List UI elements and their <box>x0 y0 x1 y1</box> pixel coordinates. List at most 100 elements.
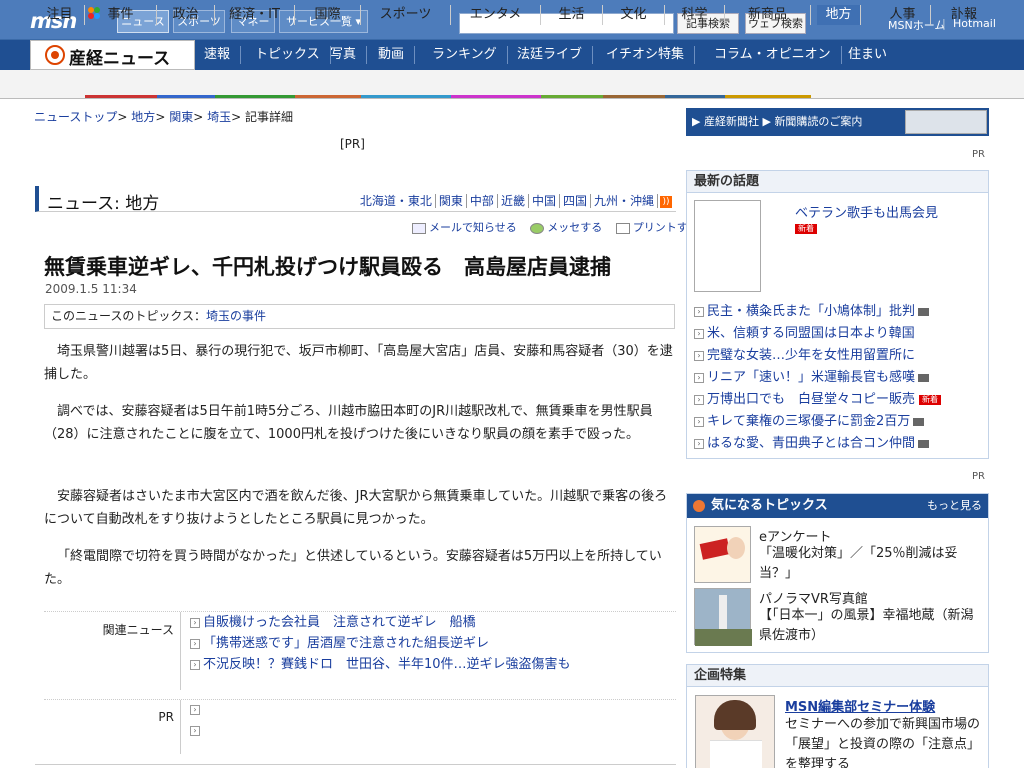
hot-topic-item[interactable]: › 民主・横粂氏また「小鳩体制」批判 <box>694 301 941 323</box>
region-tohoku[interactable]: 北海道・東北 <box>356 194 436 208</box>
cat-jiken[interactable]: 事件 <box>85 5 157 25</box>
arrow-icon: › <box>694 372 704 383</box>
cat-sports[interactable]: スポーツ <box>361 5 451 25</box>
hot-topic-item[interactable]: › 完璧な女装…少年を女性用留置所に <box>694 345 941 367</box>
cat-entame[interactable]: エンタメ <box>451 5 541 25</box>
cat-chumoku[interactable]: 注目 <box>35 5 85 25</box>
category-accent-line <box>451 95 541 98</box>
kini-item-desc[interactable]: 【「日本一」の風景】幸福地蔵（新潟県佐渡市） <box>759 606 977 646</box>
region-chugoku[interactable]: 中国 <box>528 194 560 208</box>
breadcrumb-kanto[interactable]: 関東 <box>169 110 193 124</box>
arrow-icon: › <box>694 438 704 449</box>
kini-item-desc[interactable]: 「温暖化対策」／「25％削減は妥当？」 <box>759 544 977 584</box>
hot-topic-item[interactable]: › リニア「速い！」米運輸長官も感嘆 <box>694 367 941 389</box>
brand-nav-column[interactable]: コラム・オピニオン <box>704 46 842 64</box>
brand-nav-court-live[interactable]: 法廷ライブ <box>507 46 594 64</box>
region-shikoku[interactable]: 四国 <box>559 194 591 208</box>
related-item-link[interactable]: 自販機けった会社員 注意されて逆ギレ 船橋 <box>203 615 476 630</box>
arrow-icon: ▶ <box>692 115 701 128</box>
kikaku-item-title[interactable]: MSN編集部セミナー体験 <box>785 696 935 715</box>
pr-label[interactable]: [PR] <box>340 137 365 151</box>
hot-topic-lead[interactable]: ベテラン歌手も出馬会見 新着 <box>795 202 938 236</box>
hot-topic-lead-link[interactable]: ベテラン歌手も出馬会見 <box>795 206 938 221</box>
hot-topic-link[interactable]: はるな愛、青田典子とは合コン仲間 <box>707 436 915 451</box>
brand-nav-housing[interactable]: 住まい <box>838 46 897 64</box>
region-kinki[interactable]: 近畿 <box>497 194 529 208</box>
breadcrumb-current: 記事詳細 <box>245 110 294 124</box>
messenger-tool-label: メッセする <box>547 221 603 234</box>
breadcrumb-news-top[interactable]: ニューストップ <box>34 110 117 124</box>
subscribe-banner[interactable]: ▶ 産経新聞社 ▶ 新聞購読のご案内 <box>686 108 989 136</box>
article-date: 2009.1.5 11:34 <box>45 282 137 296</box>
rss-icon[interactable]: )) <box>660 195 672 208</box>
hot-topic-link[interactable]: 米、信頼する同盟国は日本より韓国 <box>707 326 915 341</box>
related-item[interactable]: › 「携帯迷惑です」居酒屋で注意された組長逆ギレ <box>190 633 571 654</box>
cat-bunka[interactable]: 文化 <box>603 5 665 25</box>
more-link[interactable]: もっと見る <box>927 494 982 518</box>
arrow-icon[interactable]: › <box>190 704 200 715</box>
related-item[interactable]: › 不況反映！？賽銭ドロ 世田谷、半年10件…逆ギレ強盗傷害も <box>190 654 571 675</box>
panorama-thumbnail[interactable] <box>694 588 752 646</box>
brand-nav-photo[interactable]: 写真 <box>320 46 368 64</box>
related-item-link[interactable]: 「携帯迷惑です」居酒屋で注意された組長逆ギレ <box>203 636 489 651</box>
kikaku-item-desc[interactable]: セミナーへの参加で新興国市場の「展望」と投資の際の「注意点」を整理する <box>785 715 985 768</box>
cat-shinshohin[interactable]: 新商品 <box>725 5 811 25</box>
hot-topic-link[interactable]: 完璧な女装…少年を女性用留置所に <box>707 348 915 363</box>
brand-nav-topics[interactable]: トピックス <box>245 46 331 64</box>
hot-topic-item[interactable]: › はるな愛、青田典子とは合コン仲間 <box>694 433 941 455</box>
mail-tool-label: メールで知らせる <box>429 221 517 234</box>
article-paragraph: 調べでは、安藤容疑者は5日午前1時5分ごろ、川越市脇田本町のJR川越駅改札で、無… <box>44 404 653 442</box>
pr-small[interactable]: PR <box>972 471 985 482</box>
section-header: ニュース: 地方 北海道・東北 関東 中部 近畿 中国 四国 九州・沖縄)) <box>35 186 676 214</box>
new-badge: 新着 <box>919 394 942 405</box>
breadcrumb-saitama[interactable]: 埼玉 <box>207 110 231 124</box>
topic-link[interactable]: 埼玉の事件 <box>206 309 266 323</box>
cat-kokusai[interactable]: 国際 <box>295 5 361 25</box>
brand-nav-video[interactable]: 動画 <box>368 46 416 64</box>
survey-thumbnail[interactable] <box>694 526 751 583</box>
brand-nav-sokuho[interactable]: 速報 <box>194 46 242 64</box>
pr-small[interactable]: PR <box>972 149 985 160</box>
region-chubu[interactable]: 中部 <box>466 194 498 208</box>
bullet-icon <box>693 500 705 512</box>
region-kanto[interactable]: 関東 <box>435 194 467 208</box>
mail-icon <box>412 222 426 234</box>
cat-seikatsu[interactable]: 生活 <box>541 5 603 25</box>
brand-nav-features[interactable]: イチオシ特集 <box>596 46 696 64</box>
hot-topic-link[interactable]: 民主・横粂氏また「小鳩体制」批判 <box>707 304 915 319</box>
camera-icon <box>918 373 930 382</box>
kini-item-title[interactable]: eアンケート <box>759 526 831 545</box>
messenger-tool[interactable]: メッセする <box>530 221 602 234</box>
hot-topic-item[interactable]: › キレて棄権の三塚優子に罰金2百万 <box>694 411 941 433</box>
cat-fuho[interactable]: 訃報 <box>931 5 997 25</box>
subscribe-company: 産経新聞社 <box>703 115 759 128</box>
hot-topic-photo[interactable] <box>694 200 761 292</box>
region-kyushu[interactable]: 九州・沖縄 <box>590 194 658 208</box>
hot-topic-item[interactable]: › 万博出口でも 白昼堂々コピー販売 新着 <box>694 389 942 411</box>
cat-chiho[interactable]: 地方 <box>817 5 861 25</box>
hot-topic-link[interactable]: 万博出口でも 白昼堂々コピー販売 <box>707 392 915 407</box>
hot-topic-link[interactable]: キレて棄権の三塚優子に罰金2百万 <box>707 414 910 429</box>
arrow-icon[interactable]: › <box>190 725 200 736</box>
topic-box: このニュースのトピックス：埼玉の事件 <box>44 304 675 329</box>
cat-jinji[interactable]: 人事 <box>875 5 931 25</box>
sankei-logo-text: 産経ニュース <box>69 49 171 69</box>
hot-topic-link[interactable]: リニア「速い！」米運輸長官も感嘆 <box>707 370 915 385</box>
arrow-icon: › <box>694 306 704 317</box>
breadcrumb-chiho[interactable]: 地方 <box>131 110 155 124</box>
related-item-link[interactable]: 不況反映！？賽銭ドロ 世田谷、半年10件…逆ギレ強盗傷害も <box>203 657 571 672</box>
mail-tool[interactable]: メールで知らせる <box>412 221 517 234</box>
hot-topic-item[interactable]: › 米、信頼する同盟国は日本より韓国 <box>694 323 941 345</box>
breadcrumb-separator: > <box>231 110 242 124</box>
arrow-icon: ▶ <box>762 115 771 128</box>
cat-kagaku[interactable]: 科学 <box>665 5 725 25</box>
brand-nav-ranking[interactable]: ランキング <box>422 46 508 64</box>
seminar-photo[interactable] <box>695 695 775 768</box>
subscribe-text: 新聞購読のご案内 <box>774 115 863 128</box>
cat-keizai[interactable]: 経済・IT <box>215 5 295 25</box>
related-item[interactable]: › 自販機けった会社員 注意されて逆ギレ 船橋 <box>190 612 571 633</box>
kini-item-title[interactable]: パノラマVR写真館 <box>759 588 868 607</box>
sankei-logo[interactable]: 産経ニュース <box>30 40 195 70</box>
cat-seiji[interactable]: 政治 <box>157 5 215 25</box>
panorama-image-shape <box>695 629 752 646</box>
